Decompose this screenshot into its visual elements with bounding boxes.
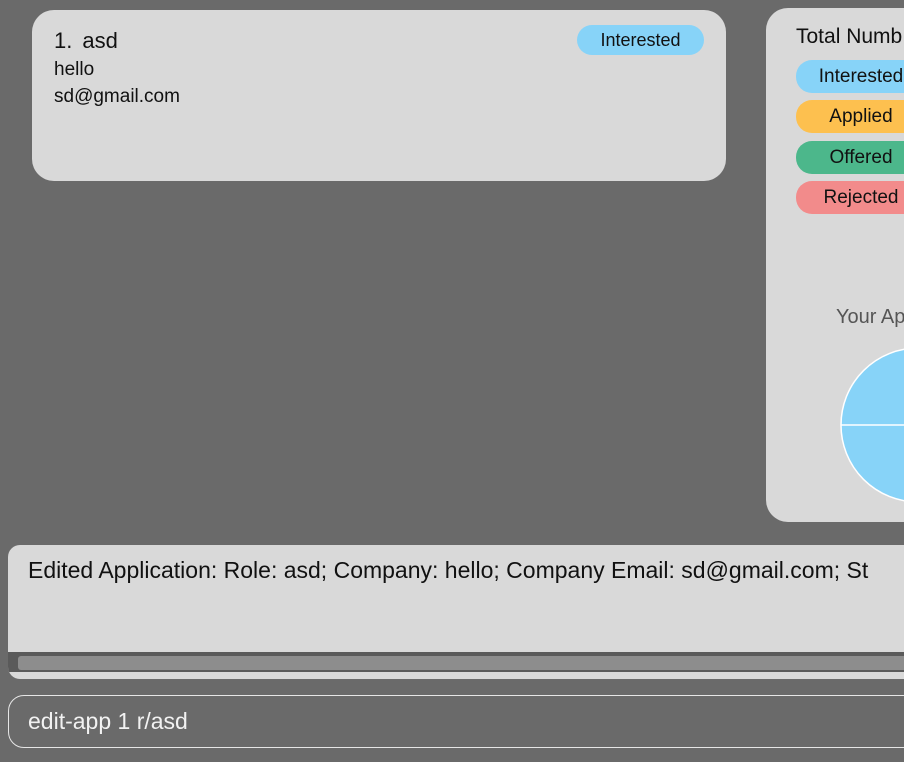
result-display: Edited Application: Role: asd; Company: … (8, 545, 904, 679)
status-badge: Interested (577, 25, 704, 55)
application-company: hello (54, 59, 95, 80)
horizontal-scrollbar[interactable] (8, 652, 904, 672)
chart-title: Your Ap (836, 306, 904, 328)
scrollbar-thumb[interactable] (18, 656, 904, 670)
stat-offered: Offered (796, 141, 904, 174)
application-card[interactable]: 1. asd hello sd@gmail.com Interested (32, 10, 726, 181)
stat-rejected-label: Rejected (796, 181, 904, 214)
application-title: 1. asd (54, 28, 118, 54)
statistics-panel: Total Numb Interested Applied Offered Re… (766, 8, 904, 522)
pie-chart (840, 348, 904, 502)
result-text: Edited Application: Role: asd; Company: … (28, 557, 869, 583)
stat-interested: Interested (796, 60, 904, 93)
stat-rejected: Rejected (796, 181, 904, 214)
application-email: sd@gmail.com (54, 86, 180, 107)
stat-offered-label: Offered (796, 141, 904, 174)
stat-interested-label: Interested (796, 60, 904, 93)
command-input[interactable] (8, 695, 904, 748)
stat-applied-label: Applied (796, 100, 904, 133)
application-role: asd (82, 28, 118, 53)
statistics-heading: Total Numb (796, 25, 903, 48)
stat-applied: Applied (796, 100, 904, 133)
application-index: 1. (54, 28, 73, 53)
